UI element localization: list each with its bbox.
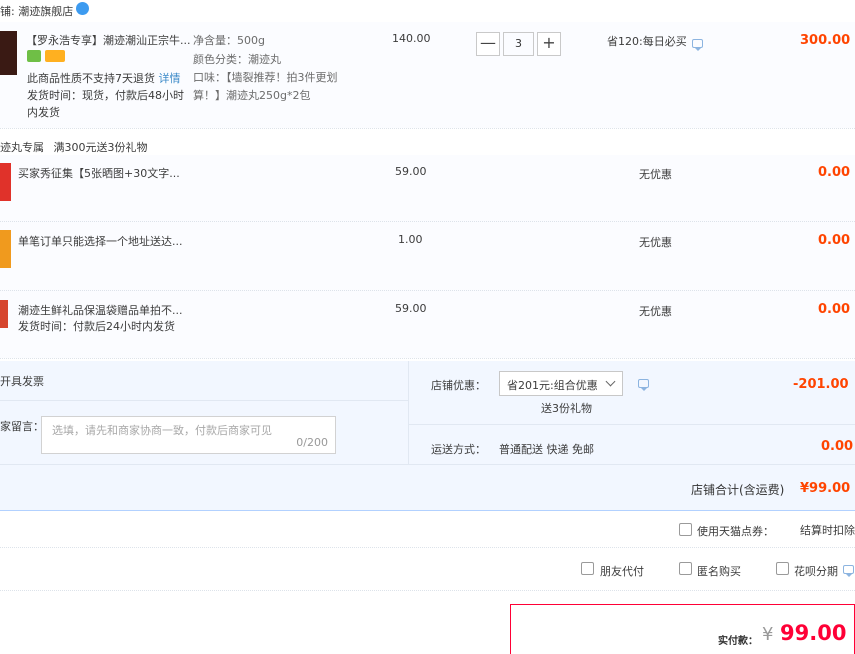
gift-thumbnail-1[interactable] xyxy=(0,163,11,201)
promo-desc: 满300元送3份礼物 xyxy=(53,141,148,154)
gift-title-2[interactable]: 单笔订单只能选择一个地址送达... xyxy=(18,233,183,249)
tmall-points-note: 结算时扣除 xyxy=(800,524,855,537)
message-counter: 0/200 xyxy=(296,436,328,449)
qty-plus-button[interactable]: + xyxy=(537,32,561,56)
store-discount-sub: 送3份礼物 xyxy=(541,402,592,415)
anonymous-checkbox[interactable] xyxy=(679,562,692,575)
gift-subtotal-1: 0.00 xyxy=(818,165,851,180)
message-label: 家留言： xyxy=(0,420,44,433)
ship-time-line1: 发货时间：现货，付款后48小时 xyxy=(27,89,184,102)
gift-discount-1: 无优惠 xyxy=(639,168,672,181)
no-return-notice: 此商品性质不支持7天退货 xyxy=(27,72,155,85)
shipping-label: 运送方式： xyxy=(431,443,486,456)
main-item-thumbnail[interactable] xyxy=(0,31,17,75)
main-item-subtotal: 300.00 xyxy=(800,33,851,48)
attr-taste-line1: 口味：【墙裂推荐！拍3件更划 xyxy=(193,71,338,84)
detail-link[interactable]: 详情 xyxy=(159,72,181,85)
shipping-value: 普通配送 快递 免邮 xyxy=(499,443,594,456)
message-input[interactable]: 选填，请先和商家协商一致，付款后商家可见 0/200 xyxy=(41,416,336,454)
payable-label: 实付款： xyxy=(718,636,758,647)
store-discount-select[interactable]: 省201元:组合优惠 xyxy=(499,371,623,396)
gift-ship-3: 发货时间：付款后24小时内发货 xyxy=(18,320,175,333)
shop-label: 铺: xyxy=(0,5,15,18)
store-total-label: 店铺合计(含运费) xyxy=(691,483,785,497)
wangwang-icon[interactable] xyxy=(76,2,89,15)
gift-price-1: 59.00 xyxy=(395,165,427,178)
friend-pay-checkbox[interactable] xyxy=(581,562,594,575)
gift-price-2: 1.00 xyxy=(398,233,423,246)
discount-info-icon[interactable] xyxy=(692,39,703,51)
gift-discount-3: 无优惠 xyxy=(639,305,672,318)
attr-color: 颜色分类：潮迹丸 xyxy=(193,53,281,66)
shop-name[interactable]: 潮迹旗舰店 xyxy=(18,5,73,18)
payable-amount: 99.00 xyxy=(780,621,847,645)
qty-minus-button[interactable]: — xyxy=(476,32,500,56)
main-item-price: 140.00 xyxy=(392,32,431,45)
huabei-label: 花呗分期 xyxy=(794,565,838,578)
huabei-info-icon[interactable] xyxy=(843,565,854,577)
attr-taste-line2: 算！】潮迹丸250g*2包 xyxy=(193,89,311,102)
gift-thumbnail-2[interactable] xyxy=(0,230,11,268)
gift-price-3: 59.00 xyxy=(395,302,427,315)
tmall-points-label: 使用天猫点券： xyxy=(697,525,774,538)
gift-title-1[interactable]: 买家秀征集【5张晒图+30文字... xyxy=(18,165,180,181)
service-badge-icon xyxy=(27,50,41,62)
gift-subtotal-3: 0.00 xyxy=(818,302,851,317)
gift-title-3[interactable]: 潮迹生鲜礼品保温袋赠品单拍不... xyxy=(18,302,183,318)
store-discount-info-icon[interactable] xyxy=(638,379,649,391)
store-discount-selected: 省201元:组合优惠 xyxy=(507,379,598,392)
card-badge-icon xyxy=(45,50,65,62)
payable-currency: ¥ xyxy=(762,624,774,645)
invoice-label[interactable]: 开具发票 xyxy=(0,373,44,389)
qty-input[interactable]: 3 xyxy=(503,32,534,56)
store-discount-label: 店铺优惠： xyxy=(431,379,486,392)
anonymous-label: 匿名购买 xyxy=(697,565,741,578)
friend-pay-label: 朋友代付 xyxy=(600,565,644,578)
main-item-discount: 省120:每日必买 xyxy=(607,35,687,48)
main-item-title[interactable]: 【罗永浩专享】潮迹潮汕正宗牛... xyxy=(26,32,191,48)
store-discount-amount: -201.00 xyxy=(793,377,849,392)
huabei-checkbox[interactable] xyxy=(776,562,789,575)
gift-subtotal-2: 0.00 xyxy=(818,233,851,248)
payable-box: 实付款： ¥ 99.00 xyxy=(510,604,855,654)
attr-weight: 净含量：500g xyxy=(193,34,265,47)
chevron-down-icon xyxy=(605,376,616,387)
tmall-points-checkbox[interactable] xyxy=(679,523,692,536)
shipping-amount: 0.00 xyxy=(821,439,854,454)
shop-header: 铺: 潮迹旗舰店 xyxy=(0,3,73,19)
gift-thumbnail-3[interactable] xyxy=(0,300,8,328)
message-placeholder: 选填，请先和商家协商一致，付款后商家可见 xyxy=(52,424,272,437)
gift-discount-2: 无优惠 xyxy=(639,236,672,249)
promo-title: 迹丸专属 xyxy=(0,141,44,154)
store-total-amount: ¥99.00 xyxy=(800,481,851,496)
ship-time-line2: 内发货 xyxy=(27,106,60,119)
